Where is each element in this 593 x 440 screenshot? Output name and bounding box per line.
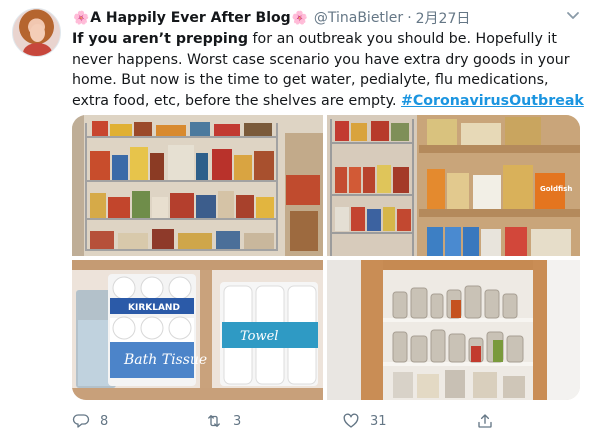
author-name[interactable]: A Happily Ever After Blog: [90, 10, 290, 26]
svg-text:Bath Tissue: Bath Tissue: [123, 352, 207, 368]
tweet-text: If you aren’t prepping for an outbreak y…: [72, 29, 584, 111]
tweet-date[interactable]: 2月27日: [416, 8, 471, 28]
like-button[interactable]: 31: [342, 410, 387, 432]
like-icon: [343, 413, 359, 428]
pantry-corner-photo[interactable]: Goldfish: [327, 115, 580, 256]
svg-text:KIRKLAND: KIRKLAND: [128, 303, 180, 313]
avatar[interactable]: [12, 8, 61, 57]
pantry-shelves-photo[interactable]: [72, 115, 323, 256]
tweet-text-bold: If you aren’t prepping: [72, 31, 249, 47]
flower-emoji-icon: 🌸: [291, 10, 308, 26]
author-handle[interactable]: @TinaBietler: [314, 10, 403, 26]
media-grid: Goldfish KIRKLAND Bath Tissue Towel: [72, 115, 580, 400]
svg-text:Towel: Towel: [240, 329, 278, 344]
separator-dot: ·: [407, 10, 412, 26]
hashtag-link[interactable]: #CoronavirusOutbreak: [401, 93, 584, 109]
reply-count: 8: [100, 413, 109, 429]
like-count: 31: [370, 413, 387, 429]
tweet-card[interactable]: 🌸 A Happily Ever After Blog 🌸 @TinaBietl…: [0, 0, 593, 440]
retweet-count: 3: [233, 413, 242, 429]
cabinet-jars-photo[interactable]: [327, 260, 580, 400]
reply-icon: [72, 414, 90, 428]
tweet-actions: 8 3 31: [72, 410, 584, 432]
retweet-button[interactable]: 3: [205, 410, 241, 432]
toilet-paper-photo[interactable]: KIRKLAND Bath Tissue Towel: [72, 260, 323, 400]
share-icon: [478, 414, 492, 428]
tweet-header: 🌸 A Happily Ever After Blog 🌸 @TinaBietl…: [72, 8, 470, 28]
retweet-icon: [208, 415, 220, 427]
share-button[interactable]: [476, 410, 504, 432]
chevron-down-icon[interactable]: [566, 11, 580, 21]
reply-button[interactable]: 8: [72, 410, 108, 432]
flower-emoji-icon: 🌸: [73, 10, 90, 26]
svg-text:Goldfish: Goldfish: [540, 185, 572, 193]
